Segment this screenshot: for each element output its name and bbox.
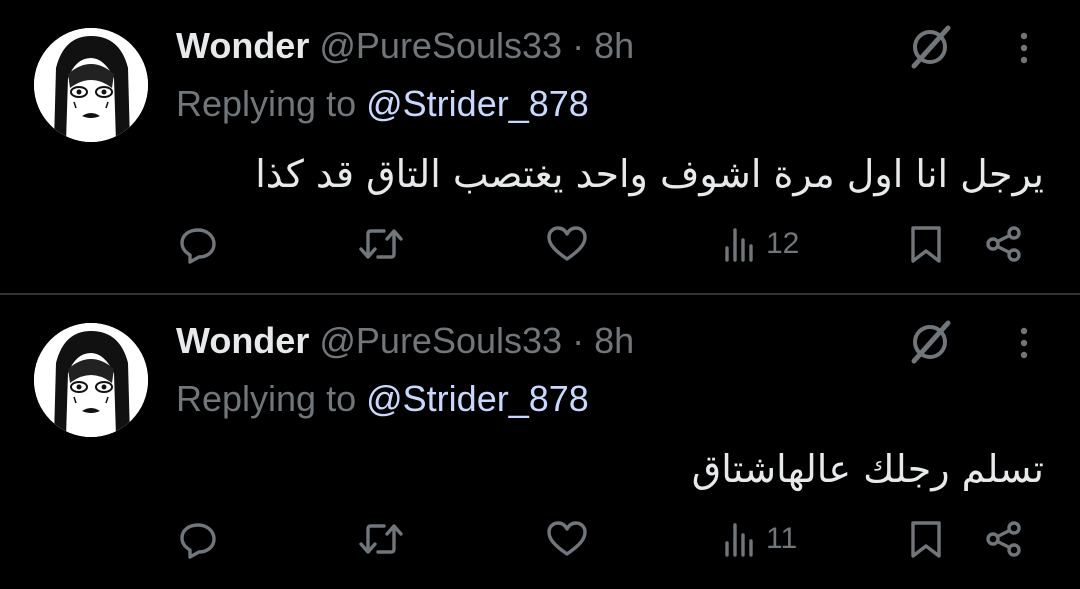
share-button[interactable] <box>984 515 1024 563</box>
views-button[interactable]: 12 <box>722 220 799 268</box>
like-icon <box>547 226 587 261</box>
bookmark-button[interactable] <box>908 515 944 563</box>
views-count: 11 <box>766 522 798 555</box>
avatar[interactable] <box>34 323 148 437</box>
separator-dot: · <box>572 25 585 66</box>
more-icon[interactable] <box>1006 24 1042 72</box>
retweet-icon <box>359 524 403 554</box>
replying-to: Replying to @Strider_878 <box>176 375 589 423</box>
bookmark-icon <box>911 521 941 558</box>
views-count: 12 <box>766 227 800 260</box>
replying-prefix: Replying to <box>176 378 357 419</box>
tweet-text: يرجل انا اول مرة اشوف واحد يغتصب التاق ق… <box>255 152 1044 196</box>
tweet[interactable]: Wonder @PureSouls33 · 8h Replying to @St… <box>0 0 1080 294</box>
more-icon[interactable] <box>1006 319 1042 367</box>
display-name[interactable]: Wonder <box>176 320 309 361</box>
reply-icon <box>180 523 216 559</box>
replying-to: Replying to @Strider_878 <box>176 80 589 128</box>
views-icon <box>725 523 753 557</box>
mention-link[interactable]: @Strider_878 <box>366 378 589 419</box>
tweet-header: Wonder @PureSouls33 · 8h <box>176 22 634 70</box>
grok-icon[interactable] <box>906 317 954 365</box>
grok-icon[interactable] <box>906 22 954 70</box>
tweet[interactable]: Wonder @PureSouls33 · 8h Replying to @St… <box>0 295 1080 589</box>
bookmark-button[interactable] <box>908 220 944 268</box>
timestamp[interactable]: 8h <box>594 25 634 66</box>
share-button[interactable] <box>984 220 1024 268</box>
retweet-icon <box>359 229 403 259</box>
user-handle[interactable]: @PureSouls33 <box>319 25 562 66</box>
tweet-text: تسلم رجلك عالهاشتاق <box>691 447 1044 491</box>
reply-button[interactable] <box>178 220 218 268</box>
timestamp[interactable]: 8h <box>594 320 634 361</box>
views-button[interactable]: 11 <box>722 515 797 563</box>
mention-link[interactable]: @Strider_878 <box>366 83 589 124</box>
like-icon <box>547 521 587 556</box>
tweet-header: Wonder @PureSouls33 · 8h <box>176 317 634 365</box>
like-button[interactable] <box>546 515 588 563</box>
avatar[interactable] <box>34 28 148 142</box>
separator-dot: · <box>572 320 585 361</box>
share-icon <box>986 226 1021 262</box>
action-bar: 11 <box>0 515 1080 563</box>
views-icon <box>725 228 753 262</box>
replying-prefix: Replying to <box>176 83 357 124</box>
retweet-button[interactable] <box>358 220 404 268</box>
user-handle[interactable]: @PureSouls33 <box>319 320 562 361</box>
action-bar: 12 <box>0 220 1080 268</box>
retweet-button[interactable] <box>358 515 404 563</box>
reply-icon <box>180 228 216 264</box>
reply-button[interactable] <box>178 515 218 563</box>
like-button[interactable] <box>546 220 588 268</box>
bookmark-icon <box>911 226 941 263</box>
display-name[interactable]: Wonder <box>176 25 309 66</box>
share-icon <box>986 521 1021 557</box>
